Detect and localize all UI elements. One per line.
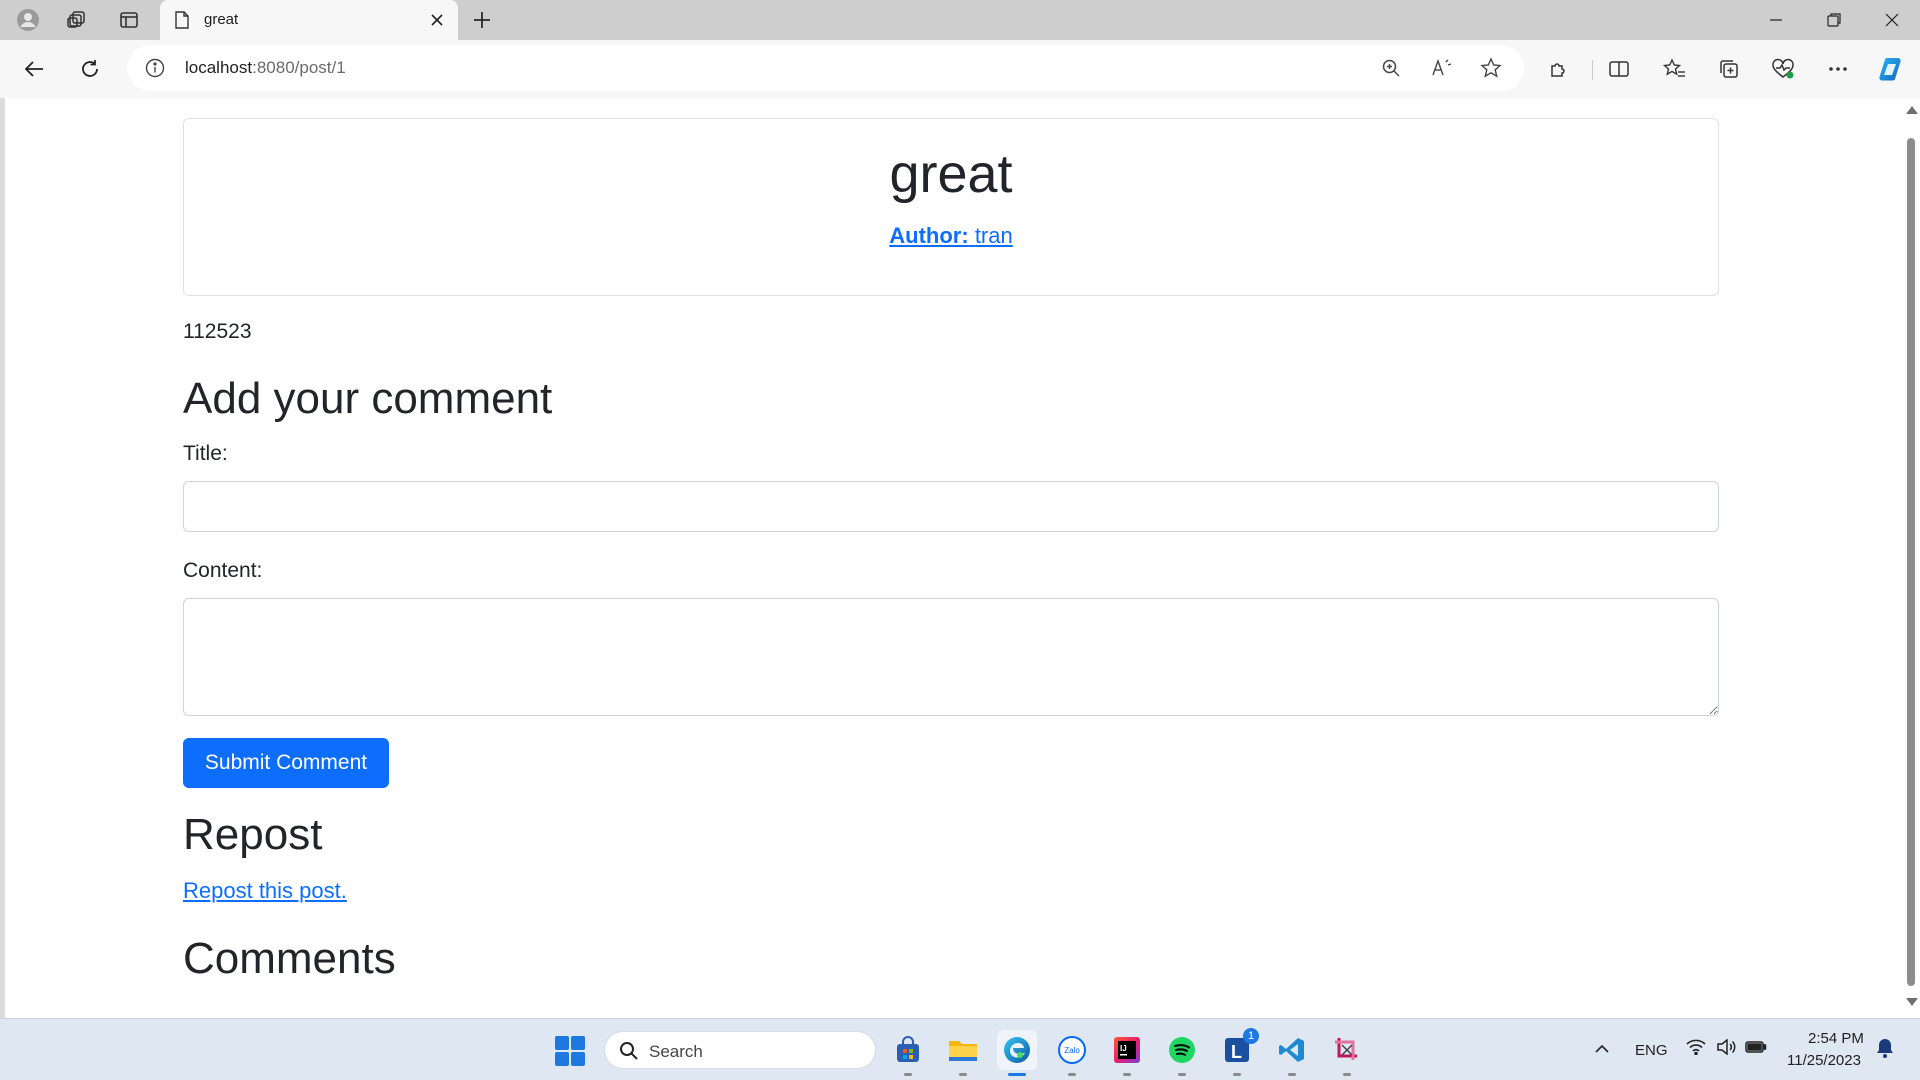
content-label: Content:	[183, 559, 263, 582]
browser-toolbar: localhost:8080/post/1	[0, 40, 1920, 98]
back-icon[interactable]	[19, 54, 49, 84]
author-line: Author: tran	[184, 223, 1718, 249]
url-host: localhost	[185, 58, 253, 77]
svg-text:Zalo: Zalo	[1064, 1046, 1080, 1055]
language-indicator[interactable]: ENG	[1635, 1042, 1668, 1059]
notification-badge: 1	[1243, 1028, 1259, 1044]
author-link[interactable]: Author: tran	[889, 223, 1012, 248]
favorites-icon[interactable]	[1660, 54, 1690, 84]
tab-bar: great	[0, 0, 1920, 40]
author-label: Author:	[889, 223, 969, 248]
repost-heading: Repost	[183, 810, 323, 859]
store-icon[interactable]	[888, 1030, 928, 1076]
url-path: :8080/post/1	[252, 58, 346, 77]
start-button[interactable]	[555, 1036, 585, 1066]
edge-icon[interactable]	[997, 1030, 1037, 1076]
comment-title-input[interactable]	[183, 481, 1719, 532]
taskbar: Search Zalo IJ L 1 ENG 2:54 PM 11/25/202…	[0, 1018, 1920, 1080]
snipping-tool-icon[interactable]	[1327, 1030, 1367, 1076]
page-icon	[174, 11, 190, 34]
url-text[interactable]: localhost:8080/post/1	[185, 58, 346, 78]
more-options-icon[interactable]	[1823, 54, 1853, 84]
post-content: 112523	[183, 320, 252, 343]
vscode-icon[interactable]	[1272, 1030, 1312, 1076]
battery-icon[interactable]	[1745, 1039, 1767, 1060]
search-placeholder: Search	[649, 1042, 703, 1061]
address-bar[interactable]: localhost:8080/post/1	[127, 45, 1524, 91]
scroll-down-arrow[interactable]	[1906, 998, 1918, 1006]
submit-comment-button[interactable]: Submit Comment	[183, 738, 389, 788]
title-label: Title:	[183, 442, 228, 465]
volume-icon[interactable]	[1716, 1038, 1736, 1060]
clock-time[interactable]: 2:54 PM	[1808, 1030, 1864, 1047]
post-header-card: great Author: tran	[183, 118, 1719, 296]
minimize-button[interactable]	[1748, 0, 1804, 40]
author-name: tran	[974, 223, 1013, 248]
intellij-icon[interactable]: IJ	[1107, 1030, 1147, 1076]
vertical-scrollbar[interactable]	[1902, 98, 1920, 1018]
repost-link[interactable]: Repost this post.	[183, 878, 347, 904]
svg-text:IJ: IJ	[1120, 1044, 1127, 1053]
svg-text:L: L	[1231, 1042, 1242, 1062]
new-tab-button[interactable]	[468, 6, 496, 34]
copilot-icon[interactable]	[1876, 54, 1906, 84]
taskbar-search[interactable]: Search	[604, 1031, 876, 1069]
comments-heading: Comments	[183, 934, 396, 983]
read-aloud-icon[interactable]	[1430, 56, 1454, 80]
split-screen-icon[interactable]	[1604, 54, 1634, 84]
browser-essentials-icon[interactable]	[1768, 54, 1798, 84]
collections-icon[interactable]	[1714, 54, 1744, 84]
chevron-up-icon[interactable]	[1594, 1041, 1610, 1059]
toolbar-separator	[1592, 60, 1593, 80]
wifi-icon[interactable]	[1686, 1039, 1706, 1060]
scroll-up-arrow[interactable]	[1906, 106, 1918, 114]
search-icon	[619, 1041, 639, 1066]
add-comment-heading: Add your comment	[183, 374, 553, 423]
close-tab-icon[interactable]	[426, 9, 448, 31]
refresh-icon[interactable]	[75, 54, 105, 84]
favorite-star-icon[interactable]	[1479, 56, 1503, 80]
restore-button[interactable]	[1806, 0, 1862, 40]
lightshot-icon[interactable]: L 1	[1217, 1028, 1259, 1076]
close-window-button[interactable]	[1864, 0, 1920, 40]
site-info-icon[interactable]	[145, 58, 165, 83]
zoom-icon[interactable]	[1379, 56, 1403, 80]
page-viewport: great Author: tran 112523 Add your comme…	[5, 98, 1920, 1018]
tab-title: great	[204, 11, 239, 28]
extensions-icon[interactable]	[1544, 54, 1574, 84]
profile-icon[interactable]	[14, 6, 42, 34]
scrollbar-thumb[interactable]	[1907, 138, 1915, 986]
workspaces-icon[interactable]	[63, 6, 91, 34]
spotify-icon[interactable]	[1162, 1030, 1202, 1076]
notification-bell-icon[interactable]	[1876, 1038, 1894, 1063]
post-title: great	[889, 144, 1013, 204]
comment-content-textarea[interactable]	[183, 598, 1719, 716]
clock-date[interactable]: 11/25/2023	[1787, 1052, 1861, 1069]
vertical-tabs-icon[interactable]	[115, 6, 143, 34]
tab-active[interactable]: great	[160, 0, 458, 40]
zalo-icon[interactable]: Zalo	[1052, 1030, 1092, 1076]
file-explorer-icon[interactable]	[943, 1030, 983, 1076]
